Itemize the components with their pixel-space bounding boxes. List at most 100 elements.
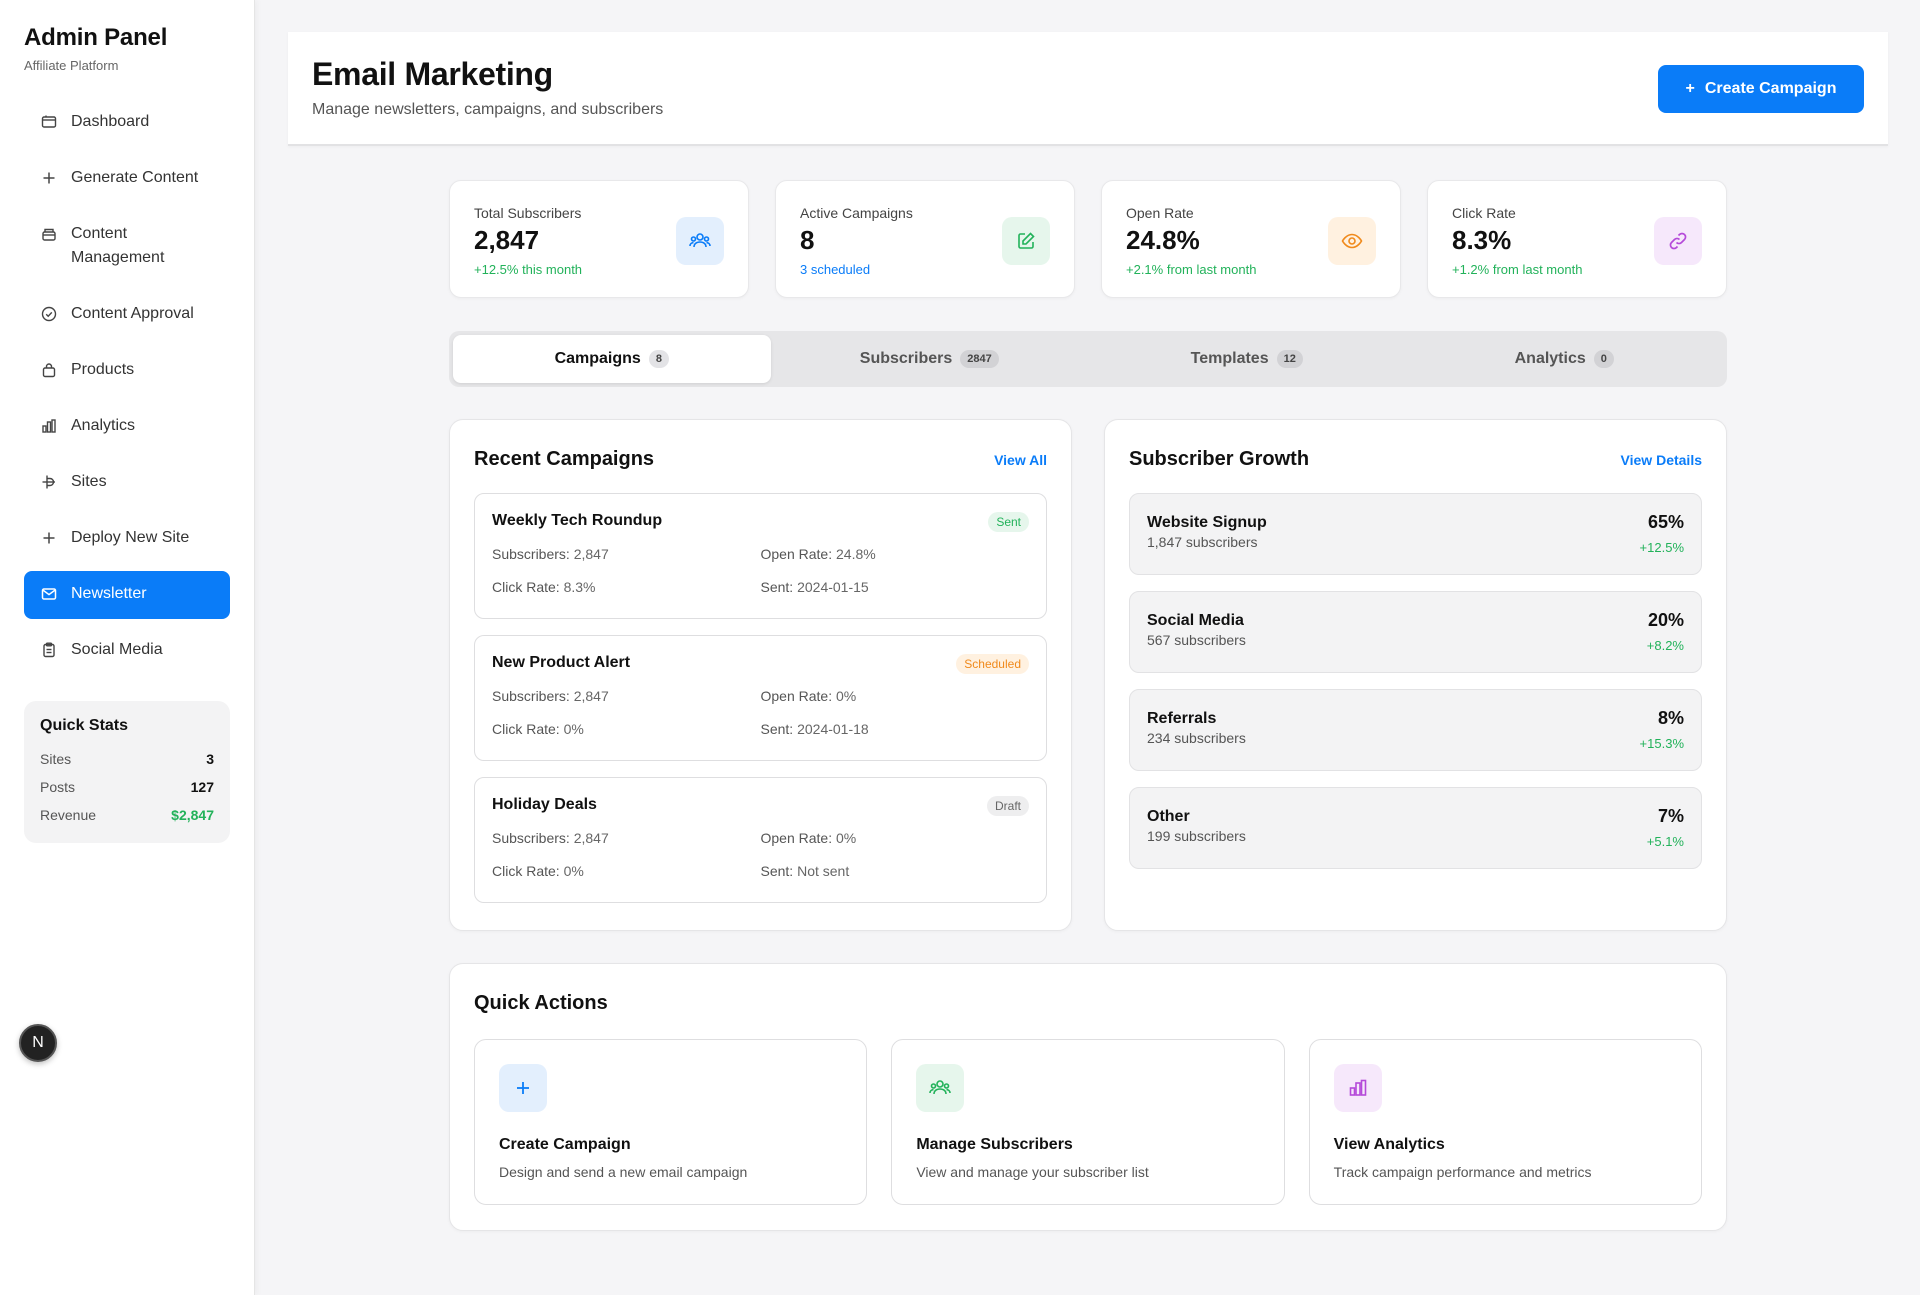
sidebar-item-label: Dashboard: [71, 113, 150, 130]
view-details-link[interactable]: View Details: [1621, 452, 1702, 468]
sidebar-item-content-management[interactable]: Content Management: [24, 211, 230, 283]
page-header: Email Marketing Manage newsletters, camp…: [288, 32, 1888, 146]
tab-subscribers[interactable]: Subscribers 2847: [771, 335, 1089, 383]
dashboard-icon: [41, 112, 57, 132]
metric-label: Open Rate:: [760, 688, 833, 704]
recent-campaigns-panel: Recent Campaigns View All Weekly Tech Ro…: [449, 419, 1072, 931]
create-campaign-button[interactable]: + Create Campaign: [1658, 65, 1864, 113]
campaign-card[interactable]: Holiday Deals Draft Subscribers: 2,847 O…: [474, 777, 1047, 903]
source-percent: 65%: [1647, 512, 1684, 532]
campaign-open-rate: Open Rate: 24.8%: [761, 546, 1030, 562]
campaign-subscribers: Subscribers: 2,847: [492, 546, 761, 562]
plus-icon: [499, 1064, 547, 1112]
sidebar-item-label: Newsletter: [71, 585, 147, 602]
sidebar-item-analytics[interactable]: Analytics: [24, 403, 230, 451]
tab-label: Analytics: [1514, 350, 1586, 367]
bar-chart-icon: [41, 416, 57, 436]
sidebar-item-label: Content Approval: [71, 305, 194, 322]
metric-value: 0%: [836, 688, 857, 704]
tab-analytics[interactable]: Analytics 0: [1406, 335, 1724, 383]
action-description: Track campaign performance and metrics: [1333, 1164, 1592, 1180]
campaign-name: New Product Alert: [492, 654, 631, 671]
sidebar-item-label: Deploy New Site: [71, 529, 190, 546]
create-campaign-label: Create Campaign: [1704, 80, 1837, 97]
sidebar-item-content-approval[interactable]: Content Approval: [24, 291, 230, 339]
status-badge: Draft: [986, 796, 1029, 816]
source-subscribers: 199 subscribers: [1147, 828, 1246, 844]
source-name: Referrals: [1147, 710, 1217, 727]
metric-value: 0%: [836, 830, 857, 846]
campaign-click-rate: Click Rate: 0%: [492, 721, 761, 737]
growth-source-item: Referrals 234 subscribers 8% +15.3%: [1129, 689, 1702, 771]
sidebar-item-dashboard[interactable]: Dashboard: [24, 99, 230, 147]
metric-label: Open Rate:: [760, 546, 833, 562]
source-percent: 7%: [1657, 806, 1684, 826]
bag-icon: [41, 360, 57, 380]
tab-label: Templates: [1190, 350, 1269, 367]
campaign-card[interactable]: New Product Alert Scheduled Subscribers:…: [474, 635, 1047, 761]
check-circle-icon: [41, 304, 57, 324]
tab-campaigns[interactable]: Campaigns 8: [453, 335, 771, 383]
metric-label: Click Rate:: [492, 863, 560, 879]
quick-action-manage-subscribers[interactable]: Manage Subscribers View and manage your …: [891, 1039, 1285, 1205]
action-title: View Analytics: [1333, 1136, 1445, 1153]
link-icon: [1654, 217, 1702, 265]
view-all-link[interactable]: View All: [994, 452, 1047, 468]
stat-card-active-campaigns: Active Campaigns 8 3 scheduled: [775, 180, 1075, 298]
campaign-click-rate: Click Rate: 8.3%: [492, 579, 761, 595]
dev-tools-badge[interactable]: N: [19, 1024, 57, 1062]
metric-label: Sent:: [760, 721, 794, 737]
sidebar-item-sites[interactable]: Sites: [24, 459, 230, 507]
campaign-open-rate: Open Rate: 0%: [761, 830, 1030, 846]
campaign-metrics: Subscribers: 2,847 Open Rate: 24.8% Clic…: [492, 546, 1029, 595]
quick-stat-value: 127: [190, 779, 214, 795]
campaign-sent: Sent: 2024-01-15: [761, 579, 1030, 595]
panel-title: Subscriber Growth: [1129, 448, 1310, 470]
growth-source-item: Social Media 567 subscribers 20% +8.2%: [1129, 591, 1702, 673]
sites-icon: [41, 472, 57, 492]
sidebar-item-generate-content[interactable]: Generate Content: [24, 155, 230, 203]
metric-value: Not sent: [797, 863, 850, 879]
plus-icon: [41, 528, 57, 548]
metric-label: Click Rate:: [492, 721, 560, 737]
brand-title: Admin Panel: [24, 24, 168, 51]
sidebar-item-label: Analytics: [71, 417, 136, 434]
sidebar-item-label: Products: [71, 361, 135, 378]
sidebar-item-products[interactable]: Products: [24, 347, 230, 395]
metric-label: Click Rate:: [492, 579, 560, 595]
page-subtitle: Manage newsletters, campaigns, and subsc…: [312, 101, 664, 118]
growth-source-item: Website Signup 1,847 subscribers 65% +12…: [1129, 493, 1702, 575]
campaign-subscribers: Subscribers: 2,847: [492, 830, 761, 846]
panel-title: Quick Actions: [474, 992, 608, 1014]
tab-label: Campaigns: [554, 350, 641, 367]
quick-action-view-analytics[interactable]: View Analytics Track campaign performanc…: [1308, 1039, 1702, 1205]
quick-stats-title: Quick Stats: [40, 717, 129, 734]
sidebar-item-social-media[interactable]: Social Media: [24, 627, 230, 675]
campaign-sent: Sent: 2024-01-18: [761, 721, 1030, 737]
metric-value: 24.8%: [836, 546, 876, 562]
source-subscribers: 567 subscribers: [1147, 632, 1246, 648]
metric-value: 0%: [563, 863, 584, 879]
source-name: Website Signup: [1147, 514, 1267, 531]
campaign-card[interactable]: Weekly Tech Roundup Sent Subscribers: 2,…: [474, 493, 1047, 619]
campaign-subscribers: Subscribers: 2,847: [492, 688, 761, 704]
users-icon: [916, 1064, 965, 1112]
stat-card-click-rate: Click Rate 8.3% +1.2% from last month: [1427, 180, 1727, 298]
sidebar-item-deploy-new-site[interactable]: Deploy New Site: [24, 515, 230, 563]
metric-label: Open Rate:: [760, 830, 833, 846]
campaign-metrics: Subscribers: 2,847 Open Rate: 0% Click R…: [492, 830, 1029, 879]
quick-stat-row: Revenue $2,847: [40, 801, 214, 829]
sidebar-item-newsletter[interactable]: Newsletter: [24, 571, 230, 619]
source-change: +15.3%: [1639, 736, 1684, 751]
quick-action-create-campaign[interactable]: Create Campaign Design and send a new em…: [474, 1039, 868, 1205]
sidebar-item-label: Sites: [71, 473, 107, 490]
section-tabs: Campaigns 8 Subscribers 2847 Templates 12 A…: [449, 331, 1727, 387]
status-badge: Sent: [988, 512, 1029, 532]
sidebar-item-label: Generate Content: [71, 169, 199, 186]
archive-icon: [41, 224, 57, 244]
tab-count-badge: 8: [648, 350, 669, 368]
metric-label: Subscribers:: [492, 830, 570, 846]
tab-templates[interactable]: Templates 12: [1088, 335, 1406, 383]
metric-label: Sent:: [760, 863, 794, 879]
campaign-name: Holiday Deals: [492, 796, 597, 813]
